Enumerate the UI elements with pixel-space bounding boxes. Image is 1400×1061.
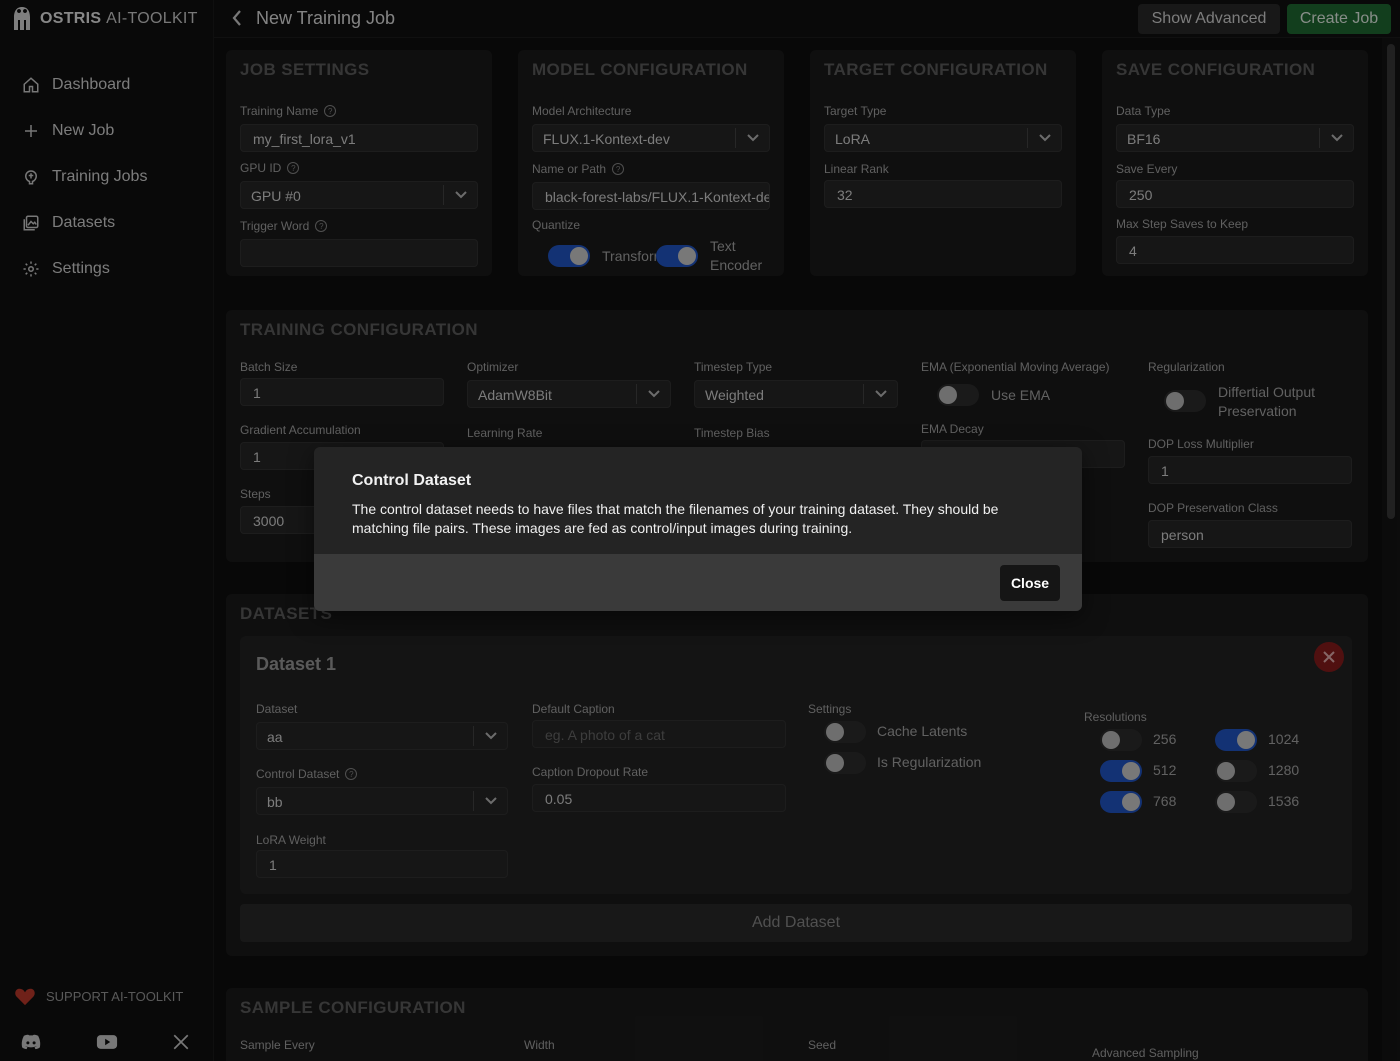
control-dataset-dialog: Control Dataset The control dataset need… xyxy=(314,447,1082,611)
dialog-footer: Close xyxy=(314,554,1082,611)
dialog-title: Control Dataset xyxy=(352,472,472,489)
dialog-body: The control dataset needs to have files … xyxy=(352,501,999,536)
app-window: OSTRIS AI-TOOLKIT Dashboard New Job Trai… xyxy=(0,0,1400,1061)
close-button[interactable]: Close xyxy=(1000,565,1060,601)
